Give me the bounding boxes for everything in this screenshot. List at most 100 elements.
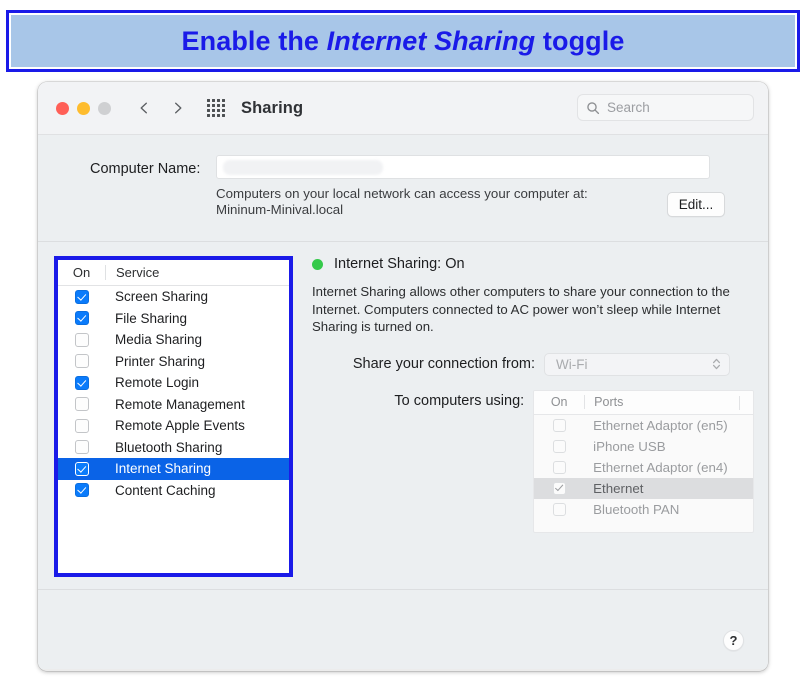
sharing-main-section: On Service Screen Sharing File Sharing Med… xyxy=(38,242,768,590)
ports-row: To computers using: On Ports Ethernet Ad… xyxy=(312,389,754,533)
internet-sharing-status-text: Internet Sharing: On xyxy=(334,256,465,272)
share-connection-dropdown[interactable]: Wi-Fi xyxy=(544,352,730,376)
service-checkbox-cell xyxy=(58,440,105,455)
window-title: Sharing xyxy=(241,98,304,117)
port-row[interactable]: iPhone USB xyxy=(534,436,753,457)
checkbox-checked-icon[interactable] xyxy=(74,311,89,326)
computer-name-note-line2: Mininum-Minival.local xyxy=(216,202,344,217)
internet-sharing-detail: Internet Sharing: On Internet Sharing al… xyxy=(312,256,754,533)
service-label: Media Sharing xyxy=(115,332,203,348)
service-label: Internet Sharing xyxy=(115,461,212,477)
checkbox-unchecked-icon[interactable] xyxy=(74,418,89,433)
checkbox-checked-icon[interactable] xyxy=(552,481,566,495)
checkbox-unchecked-icon[interactable] xyxy=(74,440,89,455)
internet-sharing-description: Internet Sharing allows other computers … xyxy=(312,284,730,334)
share-connection-row: Share your connection from: Wi-Fi xyxy=(312,352,754,376)
service-label: Screen Sharing xyxy=(115,289,209,305)
navigation-buttons xyxy=(137,101,185,115)
port-row[interactable]: Bluetooth PAN xyxy=(534,499,753,520)
checkbox-unchecked-icon[interactable] xyxy=(74,332,89,347)
services-column-service: Service xyxy=(105,265,159,280)
checkbox-unchecked-icon[interactable] xyxy=(552,460,566,474)
service-row[interactable]: Remote Apple Events xyxy=(58,415,289,437)
minimize-window-icon[interactable] xyxy=(77,101,90,115)
service-label: Bluetooth Sharing xyxy=(115,439,223,455)
ports-list: On Ports Ethernet Adaptor (en5) iPhone US… xyxy=(533,389,754,533)
port-row[interactable]: Ethernet Adaptor (en5) xyxy=(534,415,753,436)
checkbox-checked-icon[interactable] xyxy=(74,289,89,304)
status-indicator-icon xyxy=(312,258,323,270)
stepper-updown-icon xyxy=(712,357,721,371)
port-row[interactable]: Ethernet Adaptor (en4) xyxy=(534,457,753,478)
service-row[interactable]: Bluetooth Sharing xyxy=(58,437,289,459)
computer-name-note: Computers on your local network can acce… xyxy=(216,186,588,218)
chevron-left-icon[interactable] xyxy=(137,101,151,115)
share-connection-value: Wi-Fi xyxy=(556,356,588,372)
services-list-header: On Service xyxy=(58,260,289,286)
service-checkbox-cell xyxy=(58,418,105,433)
port-label: Ethernet xyxy=(593,480,644,496)
service-label: File Sharing xyxy=(115,310,188,326)
service-checkbox-cell xyxy=(58,289,105,304)
computer-name-field[interactable] xyxy=(216,155,710,179)
port-checkbox-cell xyxy=(534,481,584,495)
service-row[interactable]: Internet Sharing xyxy=(58,458,289,480)
banner-text-emphasis: Internet Sharing xyxy=(326,25,536,56)
checkbox-unchecked-icon[interactable] xyxy=(552,502,566,516)
close-window-icon[interactable] xyxy=(56,101,69,115)
help-button[interactable]: ? xyxy=(723,630,744,651)
banner-text-after: toggle xyxy=(535,25,625,56)
port-checkbox-cell xyxy=(534,418,584,432)
service-checkbox-cell xyxy=(58,354,105,369)
ports-list-padding xyxy=(534,520,753,532)
screenshot-root: Enable the Internet Sharing toggle Shari… xyxy=(0,0,806,679)
ports-column-on: On xyxy=(550,395,568,409)
services-rows-container: Screen Sharing File Sharing Media Sharing P… xyxy=(58,286,289,501)
annotation-banner-inner: Enable the Internet Sharing toggle xyxy=(9,13,797,69)
checkbox-checked-icon[interactable] xyxy=(74,483,89,498)
port-checkbox-cell xyxy=(534,502,584,516)
service-checkbox-cell xyxy=(58,375,105,390)
service-label: Printer Sharing xyxy=(115,353,206,369)
service-row[interactable]: Content Caching xyxy=(58,480,289,502)
traffic-light-buttons xyxy=(56,101,111,115)
ports-column-divider xyxy=(739,395,740,410)
ports-rows-container: Ethernet Adaptor (en5) iPhone USB Ethernet… xyxy=(534,415,753,520)
grid-view-icon[interactable] xyxy=(207,99,225,117)
sharing-preferences-window: Sharing Search Computer Name: Computers … xyxy=(38,82,768,671)
service-label: Remote Apple Events xyxy=(115,418,245,434)
service-checkbox-cell xyxy=(58,311,105,326)
services-column-on: On xyxy=(72,265,91,280)
port-row[interactable]: Ethernet xyxy=(534,477,753,499)
checkbox-unchecked-icon[interactable] xyxy=(74,354,89,369)
computer-name-label: Computer Name: xyxy=(90,161,201,177)
search-icon xyxy=(586,101,600,115)
checkbox-checked-icon[interactable] xyxy=(74,461,89,476)
chevron-right-icon[interactable] xyxy=(171,101,185,115)
computer-name-section: Computer Name: Computers on your local n… xyxy=(38,135,768,242)
edit-button[interactable]: Edit... xyxy=(667,192,725,217)
service-row[interactable]: Remote Login xyxy=(58,372,289,394)
checkbox-unchecked-icon[interactable] xyxy=(552,418,566,432)
port-label: iPhone USB xyxy=(593,438,666,454)
service-row[interactable]: Remote Management xyxy=(58,394,289,416)
search-placeholder: Search xyxy=(607,100,650,115)
search-input[interactable]: Search xyxy=(577,94,754,121)
service-checkbox-cell xyxy=(58,461,105,476)
services-list: On Service Screen Sharing File Sharing Med… xyxy=(54,256,293,577)
port-label: Ethernet Adaptor (en5) xyxy=(593,417,728,433)
ports-label: To computers using: xyxy=(394,392,525,409)
checkbox-unchecked-icon[interactable] xyxy=(552,439,566,453)
checkbox-unchecked-icon[interactable] xyxy=(74,397,89,412)
service-row[interactable]: Printer Sharing xyxy=(58,351,289,373)
service-row[interactable]: Screen Sharing xyxy=(58,286,289,308)
internet-sharing-status: Internet Sharing: On xyxy=(312,256,754,272)
ports-list-header: On Ports xyxy=(534,390,753,415)
checkbox-checked-icon[interactable] xyxy=(74,375,89,390)
service-label: Remote Management xyxy=(115,396,245,412)
service-row[interactable]: File Sharing xyxy=(58,308,289,330)
banner-text-before: Enable the xyxy=(181,25,327,56)
service-checkbox-cell xyxy=(58,483,105,498)
computer-name-note-line1: Computers on your local network can acce… xyxy=(216,186,588,201)
service-row[interactable]: Media Sharing xyxy=(58,329,289,351)
